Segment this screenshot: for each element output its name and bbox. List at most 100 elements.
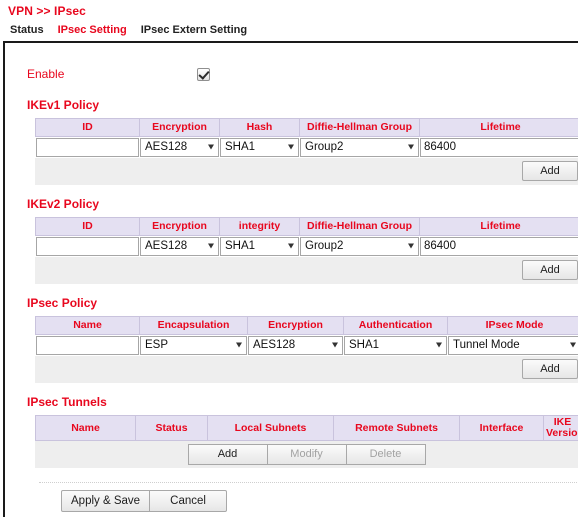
cell-actions: Add (35, 256, 578, 284)
tunnel-delete-button[interactable]: Delete (345, 443, 426, 465)
cell-authentication: SHA1 (343, 334, 448, 356)
tab-ipsec-setting[interactable]: IPsec Setting (58, 24, 127, 36)
col-header-encapsulation: Encapsulation (139, 316, 248, 335)
enable-label: Enable (27, 67, 65, 81)
cell-integrity: SHA1 (219, 235, 300, 257)
cell-lifetime (419, 136, 578, 158)
ikev2-add-button[interactable]: Add (522, 260, 578, 280)
chevron-down-icon (236, 342, 242, 348)
ikev1-action-row: Add (35, 157, 578, 185)
table-header-row: ID Encryption integrity Diffie-Hellman G… (35, 217, 578, 236)
cell-encryption: AES128 (247, 334, 344, 356)
ikev1-hash-select[interactable]: SHA1 (220, 137, 299, 157)
tab-status[interactable]: Status (10, 24, 44, 36)
footer-divider (39, 482, 578, 484)
col-header-id: ID (35, 217, 140, 236)
cancel-button[interactable]: Cancel (149, 490, 228, 513)
chevron-down-icon (288, 243, 294, 249)
cell-actions: Add Modify Delete (35, 440, 578, 469)
apply-save-button[interactable]: Apply & Save (61, 490, 151, 513)
tunnel-add-button[interactable]: Add (187, 443, 268, 465)
ipsec-policy-mode-select[interactable]: Tunnel Mode (448, 335, 578, 355)
table-row: ESP AES128 SHA1 Tunnel Mode (35, 334, 578, 356)
tab-ipsec-extern-setting[interactable]: IPsec Extern Setting (141, 24, 247, 36)
chevron-down-icon (208, 243, 214, 249)
ikev2-table-wrap: ID Encryption integrity Diffie-Hellman G… (35, 217, 578, 284)
ikev1-id-input[interactable] (36, 137, 139, 157)
col-header-authentication: Authentication (343, 316, 448, 335)
ikev2-lifetime-input[interactable] (420, 236, 578, 256)
ikev2-integrity-value: SHA1 (225, 240, 256, 252)
chevron-down-icon (436, 342, 442, 348)
cell-actions: Add (35, 355, 578, 383)
ipsec-policy-encapsulation-select[interactable]: ESP (140, 335, 247, 355)
ipsec-policy-action-row: Add (35, 355, 578, 383)
cell-ipsec-mode: Tunnel Mode (447, 334, 578, 356)
ikev2-id-input[interactable] (36, 236, 139, 256)
col-header-ipsec-mode: IPsec Mode (447, 316, 578, 335)
table-row: AES128 SHA1 Group2 86400 (35, 235, 578, 257)
cell-dh-group: Group2 (299, 136, 420, 158)
footer-actions: Apply & Save Cancel (61, 490, 569, 513)
col-header-interface: Interface (459, 414, 544, 442)
breadcrumb: VPN >> IPsec (8, 4, 86, 18)
ikev2-policy-table: ID Encryption integrity Diffie-Hellman G… (35, 217, 578, 284)
ipsec-policy-name-input[interactable] (36, 335, 139, 355)
ipsec-policy-authentication-value: SHA1 (349, 339, 380, 351)
cell-id (35, 235, 140, 257)
col-header-name: Name (35, 414, 136, 442)
col-header-id: ID (35, 118, 140, 137)
ikev2-integrity-select[interactable]: SHA1 (220, 236, 299, 256)
cell-lifetime (419, 235, 578, 257)
ipsec-policy-encryption-select[interactable]: AES128 (248, 335, 343, 355)
cell-hash: SHA1 (219, 136, 300, 158)
ikev1-encryption-value: AES128 (145, 141, 188, 153)
ikev2-dh-group-select[interactable]: Group2 (300, 236, 419, 256)
ikev1-add-button[interactable]: Add (522, 161, 578, 181)
tab-bar: Status IPsec Setting IPsec Extern Settin… (10, 24, 247, 36)
col-header-name: Name (35, 316, 140, 335)
ikev1-table-wrap: ID Encryption Hash Diffie-Hellman Group … (35, 118, 578, 185)
ipsec-tunnels-table: Name Status Local Subnets Remote Subnets… (35, 414, 578, 469)
ikev2-action-row: Add (35, 256, 578, 284)
tunnel-modify-button[interactable]: Modify (266, 443, 347, 465)
section-title-ipsec-policy: IPsec Policy (27, 296, 98, 310)
chevron-down-icon (570, 342, 576, 348)
col-header-dh-group: Diffie-Hellman Group (299, 217, 420, 236)
ipsec-settings-page: VPN >> IPsec Status IPsec Setting IPsec … (0, 0, 578, 517)
col-header-encryption: Encryption (139, 118, 220, 137)
ikev1-dh-group-value: Group2 (305, 141, 344, 153)
section-title-ikev1: IKEv1 Policy (27, 98, 100, 112)
table-header-row: ID Encryption Hash Diffie-Hellman Group … (35, 118, 578, 137)
settings-panel: Enable IKEv1 Policy ID Encryption Hash D… (3, 41, 578, 517)
col-header-lifetime: Lifetime (419, 118, 578, 137)
ipsec-tunnels-action-row: Add Modify Delete (35, 440, 578, 469)
ipsec-policy-add-button[interactable]: Add (522, 359, 578, 379)
col-header-status: Status (135, 414, 208, 442)
section-title-ikev2: IKEv2 Policy (27, 197, 100, 211)
chevron-down-icon (288, 144, 294, 150)
ikev1-dh-group-select[interactable]: Group2 (300, 137, 419, 157)
chevron-down-icon (208, 144, 214, 150)
col-header-dh-group: Diffie-Hellman Group (299, 118, 420, 137)
ipsec-policy-authentication-select[interactable]: SHA1 (344, 335, 447, 355)
col-header-hash: Hash (219, 118, 300, 137)
col-header-local-subnets: Local Subnets (207, 414, 334, 442)
cell-dh-group: Group2 (299, 235, 420, 257)
ikev2-encryption-value: AES128 (145, 240, 188, 252)
ikev1-encryption-select[interactable]: AES128 (140, 137, 219, 157)
cell-name (35, 334, 140, 356)
enable-checkbox[interactable] (197, 67, 210, 81)
ikev1-policy-table: ID Encryption Hash Diffie-Hellman Group … (35, 118, 578, 185)
col-header-encryption: Encryption (247, 316, 344, 335)
ipsec-policy-mode-value: Tunnel Mode (453, 339, 520, 351)
table-row: AES128 SHA1 Group2 86400 (35, 136, 578, 158)
ipsec-policy-table-wrap: Name Encapsulation Encryption Authentica… (35, 316, 578, 383)
ikev2-encryption-select[interactable]: AES128 (140, 236, 219, 256)
table-header-row: Name Encapsulation Encryption Authentica… (35, 316, 578, 335)
ikev1-lifetime-input[interactable] (420, 137, 578, 157)
panel-inner: Enable IKEv1 Policy ID Encryption Hash D… (5, 43, 578, 513)
tunnel-button-group: Add Modify Delete (187, 443, 426, 465)
chevron-down-icon (332, 342, 338, 348)
footer-button-group: Apply & Save Cancel (61, 490, 228, 513)
